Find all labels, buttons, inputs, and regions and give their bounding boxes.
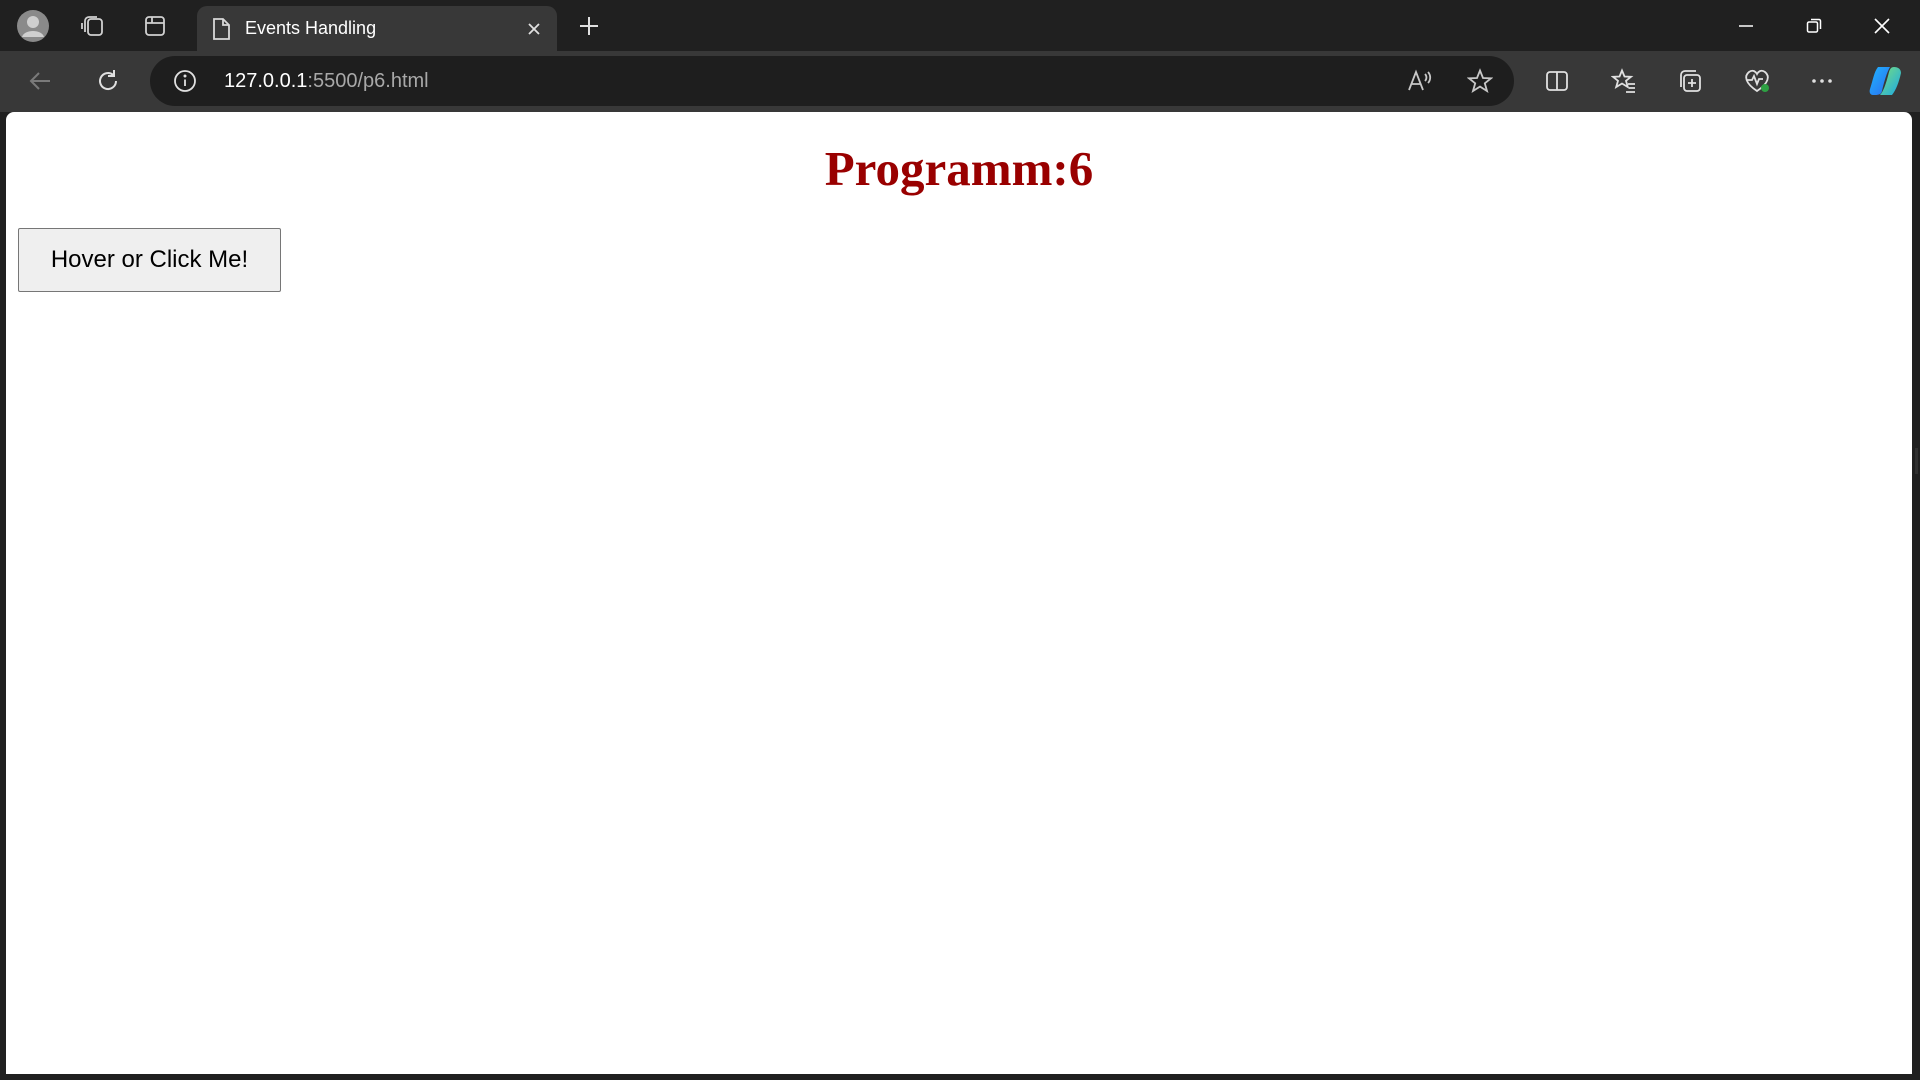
plus-icon[interactable] xyxy=(565,0,613,51)
tab-title: Events Handling xyxy=(245,18,377,38)
page-title: Programm:6 xyxy=(824,141,1094,196)
page-icon xyxy=(209,6,233,51)
url-text[interactable]: 127.0.0.1:5500/p6.html xyxy=(224,56,429,106)
favorites-list-icon[interactable] xyxy=(1600,57,1648,105)
close-window-button[interactable] xyxy=(1848,0,1916,51)
minimize-button[interactable] xyxy=(1712,0,1780,51)
info-icon[interactable] xyxy=(170,56,200,106)
page-viewport: Programm:6 Hover or Click Me! xyxy=(6,112,1912,1074)
back-arrow-icon[interactable] xyxy=(17,57,65,105)
ellipsis-icon[interactable] xyxy=(1798,57,1846,105)
restore-button[interactable] xyxy=(1780,0,1848,51)
collections-icon[interactable] xyxy=(1666,57,1714,105)
url-host: 127.0.0.1 xyxy=(224,70,308,92)
copilot-icon[interactable] xyxy=(1862,57,1910,105)
tab-actions-icon[interactable] xyxy=(131,0,179,51)
reload-icon[interactable] xyxy=(84,57,132,105)
url-path: :5500/p6.html xyxy=(307,70,429,92)
tab-events-handling[interactable]: Events Handling xyxy=(197,6,557,51)
scrollbar-indicator[interactable] xyxy=(1915,448,1918,474)
read-aloud-icon[interactable] xyxy=(1396,57,1444,105)
tab-close-icon[interactable] xyxy=(519,14,549,44)
hover-click-button[interactable]: Hover or Click Me! xyxy=(18,228,281,292)
split-screen-icon[interactable] xyxy=(1533,57,1581,105)
workspaces-icon[interactable] xyxy=(68,0,116,51)
star-icon[interactable] xyxy=(1456,57,1504,105)
address-bar[interactable]: 127.0.0.1:5500/p6.html xyxy=(150,56,1514,106)
browser-toolbar: 127.0.0.1:5500/p6.html xyxy=(0,51,1920,112)
profile-icon[interactable] xyxy=(9,0,57,51)
heart-pulse-icon[interactable] xyxy=(1733,57,1781,105)
title-bar: Events Handling xyxy=(0,0,1920,51)
